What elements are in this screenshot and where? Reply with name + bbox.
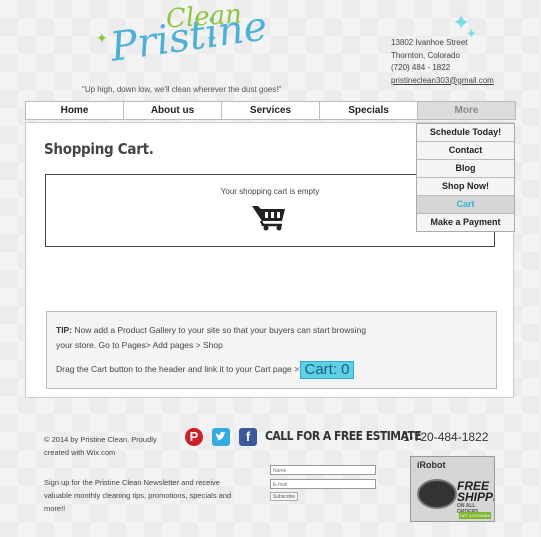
more-dropdown-menu: Schedule Today! Contact Blog Shop Now! C… [416,123,515,232]
roomba-image [417,479,457,509]
logo-word-clean: Clean [165,0,243,35]
main-nav: Home About us Services Specials More [25,101,516,120]
tip-drag-instruction: Drag the Cart button to the header and l… [56,364,305,374]
contact-info: 13802 Ivanhoe Street Thornton, Colorado … [391,37,494,87]
ad-brand: iRobot [417,460,446,470]
newsletter-name-input[interactable]: Name [270,465,376,475]
pinterest-icon[interactable]: P [185,428,203,446]
ad-button[interactable]: GET A ROOMBA ▸ [459,512,491,521]
free-estimate-heading: CALL FOR A FREE ESTIMATE [265,429,422,443]
newsletter-email-input[interactable]: E-mail [270,479,376,489]
menu-item-shop-now[interactable]: Shop Now! [417,178,514,196]
menu-item-cart[interactable]: Cart [417,196,514,214]
sparkle-icon: ✦ [96,30,108,46]
tip-body: Now add a Product Gallery to your site s… [56,325,366,350]
copyright-text: © 2014 by Pristine Clean. Proudly create… [44,435,157,457]
nav-specials[interactable]: Specials [320,102,418,119]
tip-label: TIP: [56,325,73,335]
footer-phone: 1-720-484-1822 [403,430,489,444]
twitter-icon[interactable] [212,428,230,446]
cart-button[interactable]: Cart: 0 [300,361,354,379]
nav-about-us[interactable]: About us [124,102,222,119]
cart-icon [251,203,287,236]
contact-city: Thornton, Colorado [391,50,460,60]
page-title: Shopping Cart. [44,140,154,158]
contact-phone: (720) 484 - 1822 [391,63,451,72]
menu-item-schedule-today[interactable]: Schedule Today! [417,124,514,142]
nav-more[interactable]: More [418,102,515,119]
nav-home[interactable]: Home [26,102,124,119]
contact-email-link[interactable]: pristineclean303@gmail.com [391,75,494,88]
tagline: "Up high, down low, we'll clean wherever… [82,85,282,94]
facebook-icon[interactable]: f [239,428,257,446]
contact-street: 13802 Ivanhoe Street [391,38,468,47]
menu-item-contact[interactable]: Contact [417,142,514,160]
menu-item-blog[interactable]: Blog [417,160,514,178]
sparkle-icon: ✦ [206,30,218,46]
nav-services[interactable]: Services [222,102,320,119]
ad-shipping: SHIPPING [457,490,494,504]
menu-item-make-a-payment[interactable]: Make a Payment [417,214,514,231]
newsletter-text: Sign up for the Pristine Clean Newslette… [44,478,232,513]
logo[interactable]: Pristine Clean ✦ ✦ [88,0,270,82]
tip-text: TIP: Now add a Product Gallery to your s… [56,323,366,353]
ad-headline: FREESHIPPING [457,480,494,504]
subscribe-button[interactable]: Subscribe [270,492,298,501]
irobot-ad-banner[interactable]: iRobot FREESHIPPING ON ALL ORDERS GET A … [410,456,495,522]
